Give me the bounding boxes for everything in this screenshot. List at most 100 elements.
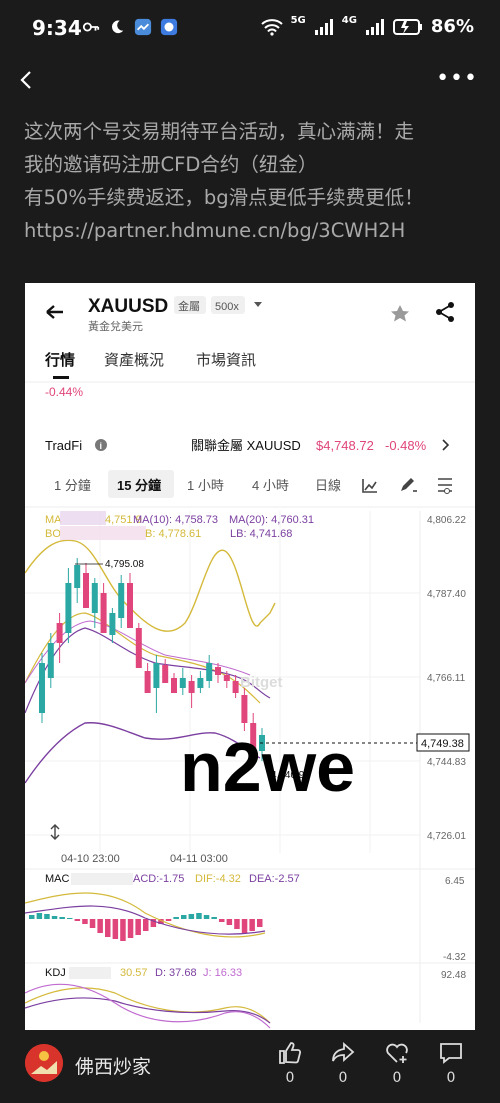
kdj-k: 30.57	[120, 967, 148, 979]
tab-assets[interactable]: 資產概況	[104, 352, 164, 369]
kdj-j: J: 16.33	[203, 967, 242, 979]
macd-bar	[29, 915, 35, 919]
star-icon[interactable]	[391, 305, 409, 322]
tab-market[interactable]: 行情	[44, 351, 75, 369]
main-chart[interactable]: 4,795.08 4,740.95 Bitget n2we	[25, 511, 421, 1023]
n2we-watermark: n2we	[180, 728, 355, 806]
tab-news[interactable]: 市場資訊	[196, 352, 256, 369]
interval-1m[interactable]: 1 分鐘	[54, 478, 91, 493]
macd-acd: ACD:-1.75	[133, 873, 184, 885]
time-label: 04-11 03:00	[170, 853, 228, 865]
avatar-image-icon	[25, 1044, 63, 1082]
bottom-action-bar: 佛西炒家 0 0 0 0	[0, 1030, 500, 1103]
macd-bar	[234, 919, 240, 929]
current-price: 4,749.38	[421, 738, 464, 750]
candle-body	[100, 593, 107, 633]
expand-icon[interactable]	[50, 824, 60, 840]
macd-bar	[127, 919, 134, 938]
ma20-label: MA(20): 4,760.31	[229, 514, 314, 526]
more-options-icon[interactable]: •••	[436, 66, 478, 91]
chart-type-icon[interactable]	[362, 479, 377, 493]
macd-bar	[226, 919, 233, 925]
price-axis-label: 4,766.11	[427, 673, 466, 684]
macd-bar	[203, 915, 210, 919]
price-axis-label: 4,744.83	[427, 757, 466, 768]
boll-label: BO	[45, 528, 61, 540]
macd-bar	[188, 914, 195, 919]
macd-bar	[196, 913, 202, 919]
share-icon[interactable]	[436, 302, 454, 322]
macd-dea: DEA:-2.57	[249, 873, 300, 885]
macd-bar	[211, 917, 217, 919]
avatar[interactable]	[25, 1044, 63, 1082]
interval-4h[interactable]: 4 小時	[252, 478, 289, 493]
like-count: 0	[285, 1070, 295, 1086]
signal-5g: 5G	[290, 15, 306, 26]
price-axis-label: 4,726.01	[427, 831, 466, 842]
interval-15m[interactable]: 15 分鐘	[117, 478, 161, 493]
macd-bar	[135, 919, 141, 935]
macd-bar	[67, 918, 73, 919]
bitget-watermark: Bitget	[240, 674, 283, 691]
interval-day[interactable]: 日線	[315, 478, 341, 493]
boll-upper-line	[25, 539, 276, 632]
candle-body	[135, 628, 142, 668]
macd-bar	[36, 913, 43, 919]
boll-lb: LB: 4,741.68	[230, 528, 292, 540]
related-change: -0.48%	[385, 438, 427, 453]
symbol-subtitle: 黃金兌美元	[88, 319, 143, 333]
comment-icon	[440, 1043, 462, 1064]
tab-underline	[53, 376, 69, 379]
interval-1h[interactable]: 1 小時	[187, 478, 224, 493]
price-axis-label: 4,806.22	[427, 515, 466, 526]
macd-bar	[89, 919, 96, 928]
share-button[interactable]: 0	[328, 1040, 358, 1086]
high-marker: 4,795.08	[105, 559, 144, 570]
chart-back-icon[interactable]	[46, 305, 63, 319]
kdj-axis-label: 92.48	[441, 970, 466, 981]
macd-bar	[97, 919, 103, 933]
boll-blur	[60, 526, 146, 540]
macd-blur	[71, 873, 133, 885]
author-name[interactable]: 佛西炒家	[75, 1052, 151, 1079]
macd-bar	[105, 919, 111, 937]
candle-body	[56, 623, 63, 643]
favorite-button[interactable]: 0	[382, 1040, 412, 1086]
back-arrow-icon[interactable]	[14, 64, 42, 96]
comment-button[interactable]: 0	[436, 1040, 466, 1086]
candle-body	[127, 583, 133, 628]
draw-tool-icon[interactable]	[401, 478, 417, 492]
ma10-label: MA(10): 4,758.73	[133, 514, 218, 526]
macd-bar	[112, 919, 119, 939]
chevron-right-icon[interactable]	[442, 439, 450, 451]
status-right: 5G 4G 86%	[260, 15, 474, 37]
candle-body	[74, 565, 81, 588]
macd-dif: DIF:-4.32	[195, 873, 241, 885]
candle-body	[39, 663, 45, 713]
candle-body	[65, 583, 72, 633]
kdj-blur	[69, 967, 111, 979]
post-link[interactable]: https://partner.hdmune.cn/bg/3CWH2H	[24, 214, 484, 247]
candle-body	[153, 663, 160, 688]
share-arrow-icon	[332, 1041, 355, 1063]
comment-count: 0	[446, 1070, 456, 1086]
ma5-blur	[60, 511, 106, 525]
heart-plus-icon	[386, 1043, 408, 1063]
candle-body	[83, 573, 89, 608]
related-label: 關聯金屬 XAUUSD	[191, 438, 301, 453]
trading-screenshot[interactable]: XAUUSD 金屬 500x 黃金兌美元 行情 資產概況 市場資訊 -0.44%…	[25, 283, 475, 1030]
trading-screenshot-canvas: XAUUSD 金屬 500x 黃金兌美元 行情 資產概況 市場資訊 -0.44%…	[25, 296, 475, 1029]
dropdown-caret-icon[interactable]	[254, 302, 262, 307]
macd-bar	[44, 914, 50, 919]
signal-bars-2-icon	[365, 18, 384, 35]
indicator-settings-icon[interactable]	[438, 478, 452, 494]
chart-app-icon	[134, 18, 152, 36]
macd-bar	[74, 919, 81, 921]
status-bar: 9:34 5G 4G 86%	[0, 0, 500, 58]
top-navigation: •••	[0, 58, 500, 104]
kdj-d-line	[25, 997, 271, 1024]
like-button[interactable]: 0	[275, 1040, 305, 1086]
battery-icon	[392, 18, 422, 35]
wifi-icon	[260, 18, 283, 36]
tradfi-label: TradFi	[45, 438, 82, 453]
